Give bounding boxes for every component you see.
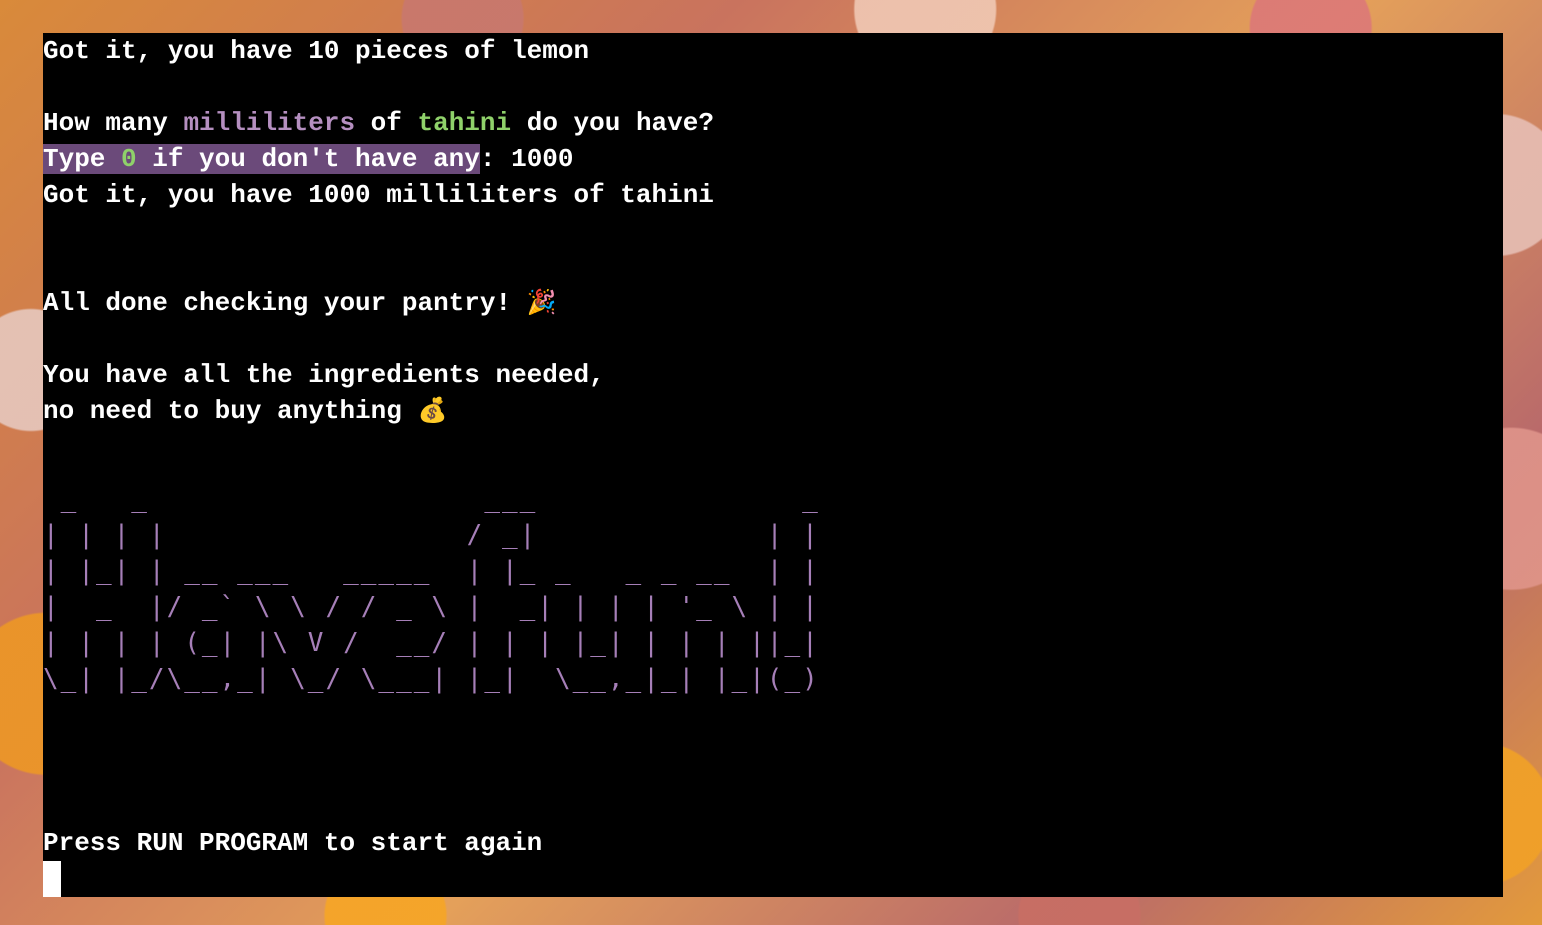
question-unit: milliliters	[183, 108, 356, 138]
prompt-zero: 0	[121, 144, 137, 174]
prompt-type-label: Type	[43, 144, 122, 174]
output-line-lemon: Got it, you have 10 pieces of lemon	[43, 36, 590, 66]
question-ingredient: tahini	[417, 108, 512, 138]
question-suffix: do you have?	[511, 108, 714, 138]
question-prefix: How many	[43, 108, 184, 138]
text-cursor	[43, 861, 61, 897]
prompt-colon: :	[479, 144, 496, 174]
result-text: no need to buy anything	[43, 396, 418, 426]
terminal-window[interactable]: Got it, you have 10 pieces of lemon How …	[43, 33, 1503, 897]
prompt-highlight: Type 0 if you don't have any	[43, 144, 480, 174]
result-line-1: You have all the ingredients needed,	[43, 360, 605, 390]
done-line: All done checking your pantry! 🎉	[43, 285, 557, 321]
party-popper-icon: 🎉	[526, 291, 557, 318]
result-line-2: no need to buy anything 💰	[43, 393, 447, 429]
money-bag-icon: 💰	[417, 399, 448, 426]
done-text: All done checking your pantry!	[43, 288, 527, 318]
footer-line: Press RUN PROGRAM to start again	[43, 828, 543, 858]
question-line: How many milliliters of tahini do you ha…	[43, 105, 714, 141]
prompt-rest: if you don't have any	[136, 144, 480, 174]
user-input-value: 1000	[495, 144, 574, 174]
have-fun-ascii-art: _ _ ___ _ | | | | / _| | | | |_| | __ __…	[43, 484, 820, 694]
output-line-tahini: Got it, you have 1000 milliliters of tah…	[43, 180, 714, 210]
question-middle: of	[355, 108, 418, 138]
input-prompt-line[interactable]: Type 0 if you don't have any: 1000	[43, 141, 574, 177]
